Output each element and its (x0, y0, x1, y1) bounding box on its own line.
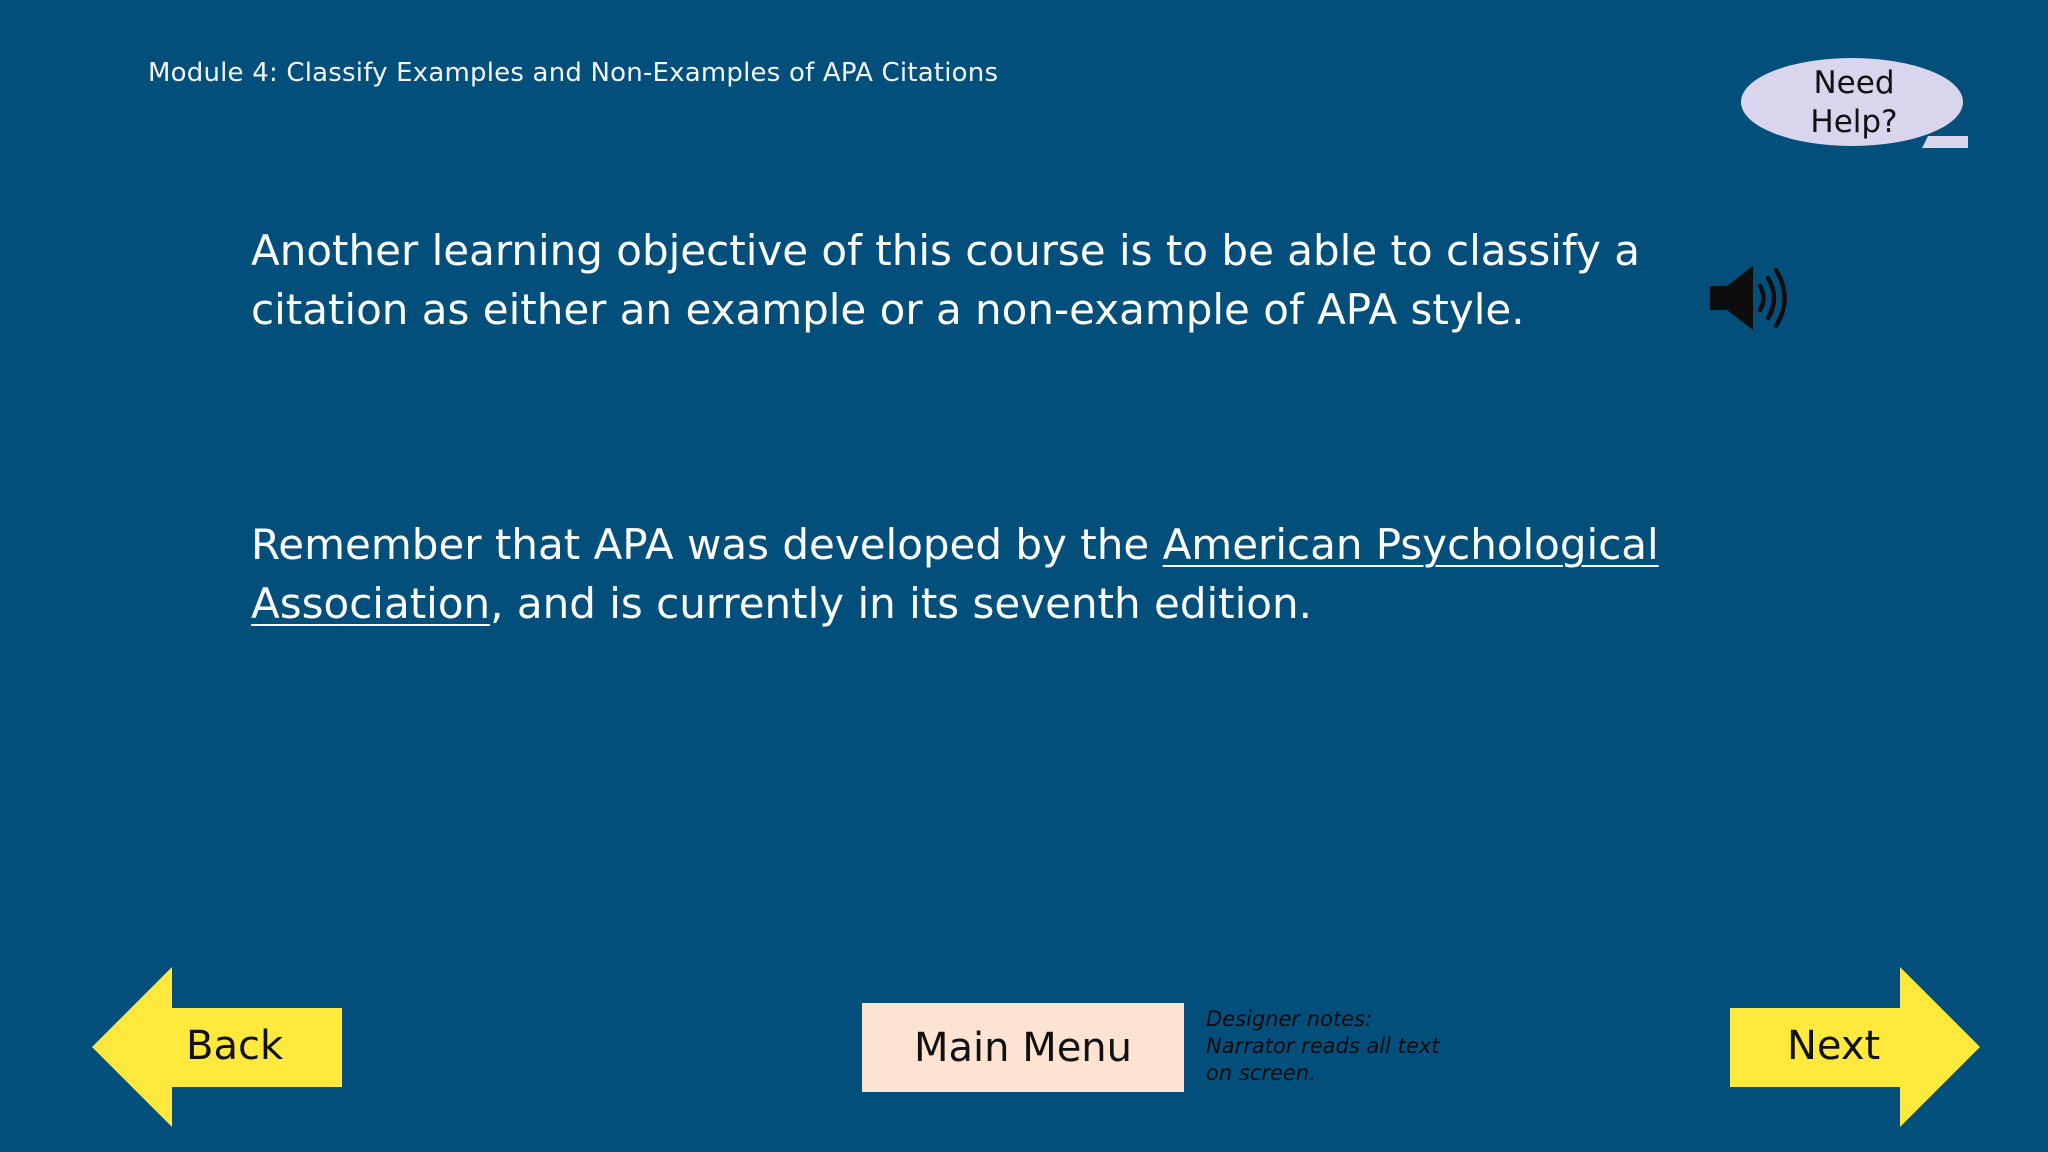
back-button[interactable]: Back (92, 967, 344, 1127)
learning-objective-text: Another learning objective of this cours… (251, 226, 1640, 334)
apa-reminder-text: Remember that APA was developed by the A… (251, 515, 1731, 633)
speaker-icon (1710, 266, 1787, 330)
designer-notes-line-2: Narrator reads all text (1206, 1034, 1440, 1058)
main-menu-button[interactable]: Main Menu (862, 1003, 1184, 1092)
designer-notes: Designer notes: Narrator reads all text … (1206, 1006, 1440, 1087)
audio-button[interactable] (1707, 262, 1795, 334)
need-help-line-2: Help? (1810, 104, 1898, 140)
apa-reminder-text-start: Remember that APA was developed by the (251, 520, 1163, 569)
designer-notes-line-3: on screen. (1206, 1061, 1316, 1085)
next-button[interactable]: Next (1730, 967, 1982, 1127)
need-help-button[interactable]: Need Help? (1740, 56, 1970, 150)
designer-notes-line-1: Designer notes: (1206, 1007, 1373, 1031)
apa-reminder-text-end: , and is currently in its seventh editio… (490, 579, 1312, 628)
back-label: Back (186, 1023, 284, 1069)
need-help-label: Need Help? (1740, 64, 1968, 142)
next-label: Next (1787, 1023, 1881, 1069)
module-title: Module 4: Classify Examples and Non-Exam… (148, 58, 999, 88)
need-help-line-1: Need (1813, 65, 1895, 101)
